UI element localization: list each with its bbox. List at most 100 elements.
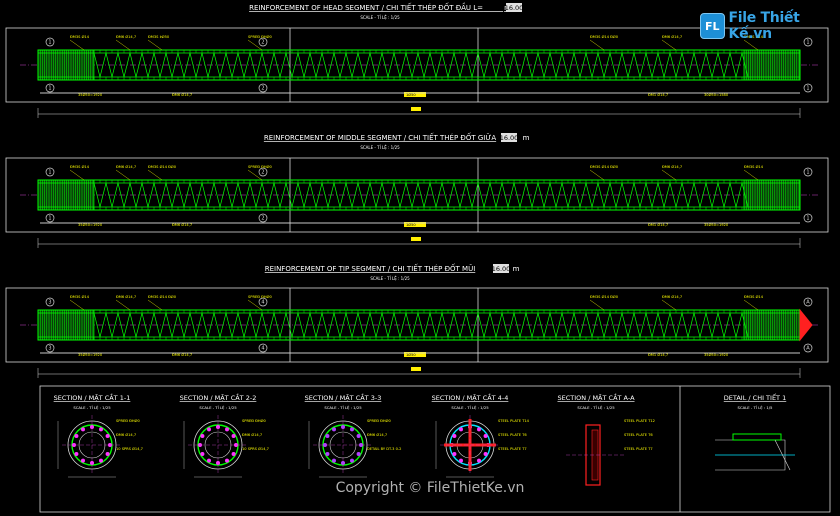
section-scale: SCALE - TỈ LỆ : 1/25 xyxy=(324,405,362,410)
section-title: SECTION / MẶT CẮT 2-2 xyxy=(180,392,257,402)
section-marker-label: A xyxy=(806,300,810,306)
longitudinal-bar-dot xyxy=(200,452,205,456)
longitudinal-bar-dot xyxy=(325,434,330,438)
section-marker-label: 4 xyxy=(261,300,264,306)
rebar-label: ĐM3S Ø14 ĐØ0 xyxy=(590,34,619,39)
dimension-label: 35Ø50=1920 xyxy=(78,92,103,97)
longitudinal-bar-dot xyxy=(231,434,236,438)
longitudinal-bar-dot xyxy=(207,427,211,432)
section-scale: SCALE - TỈ LỆ : 1/5 xyxy=(738,405,774,410)
background xyxy=(0,0,840,516)
longitudinal-bar-dot xyxy=(99,427,103,432)
watermark-logo: FL File Thiết Kế.vn xyxy=(700,10,840,42)
section-note: SPREĐ ĐHØ0 xyxy=(116,418,140,423)
section-note: STEEL PLATE T6 xyxy=(624,433,653,437)
segment-scale: SCALE - TỈ LỆ : 1/25 xyxy=(370,276,410,281)
section-note: SPREĐ ĐHØ0 xyxy=(242,418,266,423)
drawing-canvas: REINFORCEMENT OF HEAD SEGMENT / CHI TIẾT… xyxy=(0,0,840,516)
longitudinal-bar-dot xyxy=(81,427,85,432)
title-unit: m xyxy=(523,134,530,142)
logo-icon: FL xyxy=(700,13,725,39)
rebar-label: ĐM3S Ø14 xyxy=(70,294,90,299)
dense-zone xyxy=(37,49,95,81)
longitudinal-bar-dot xyxy=(105,434,110,438)
rebar-label: ĐM6 Ø14,7 xyxy=(116,294,136,299)
longitudinal-bar-dot xyxy=(332,458,336,463)
dense-zone xyxy=(743,309,801,341)
title-unit: m xyxy=(513,265,520,273)
section-title: SECTION / MẶT CẮT A-A xyxy=(557,392,635,402)
longitudinal-bar-dot xyxy=(459,427,463,432)
longitudinal-bar-dot xyxy=(74,434,79,438)
section-note: STEEL PLATE T6 xyxy=(498,433,527,437)
section-note: STEEL PLATE T14 xyxy=(498,419,530,423)
section-note: STEEL PLATE T7 xyxy=(498,447,527,451)
rebar-label: ĐM3S Ø14 ĐØ0 xyxy=(148,164,177,169)
longitudinal-bar-dot xyxy=(332,427,336,432)
longitudinal-bar-dot xyxy=(452,452,457,456)
longitudinal-bar-dot xyxy=(105,452,110,456)
dimension-label: 1Ø50 xyxy=(406,222,416,227)
dimension-label: ĐM1 Ø14,7 xyxy=(648,352,668,357)
section-marker-label: 2 xyxy=(261,40,264,46)
section-scale: SCALE - TỈ LỆ : 1/25 xyxy=(73,405,111,410)
longitudinal-bar-dot xyxy=(483,452,488,456)
longitudinal-bar-dot xyxy=(225,427,229,432)
dimension-label: 30Ø50=1580 xyxy=(704,92,729,97)
section-marker-label: 1 xyxy=(48,86,51,92)
rebar-label: ĐM6 Ø14,7 xyxy=(662,34,682,39)
title-value: 16.00 xyxy=(492,265,511,273)
section-marker-label: 2 xyxy=(261,86,264,92)
section-marker-label: 3 xyxy=(48,346,51,352)
segment-title: REINFORCEMENT OF MIDDLE SEGMENT / CHI TI… xyxy=(264,132,496,142)
section-marker-label: 2 xyxy=(261,170,264,176)
dimension-label: ĐM6 Ø14,7 xyxy=(172,222,192,227)
section-note: SPREĐ ĐHØ0 xyxy=(367,418,391,423)
dimension-label: ĐM6 Ø14,7 xyxy=(172,352,192,357)
longitudinal-bar-dot xyxy=(356,434,361,438)
dimension-label: 35Ø50=1920 xyxy=(704,222,729,227)
longitudinal-bar-dot xyxy=(325,452,330,456)
rebar-label: SPREĐ ĐHØ0 xyxy=(248,294,272,299)
section-title: SECTION / MẶT CẮT 3-3 xyxy=(305,392,382,402)
longitudinal-bar-dot xyxy=(74,452,79,456)
rebar-label: ĐM3S Ø14 ĐØ0 xyxy=(590,164,619,169)
section-marker-label: 1 xyxy=(48,40,51,46)
section-marker-label: 1 xyxy=(48,216,51,222)
title-value: 16.00 xyxy=(500,134,519,142)
section-marker-label: 4 xyxy=(261,346,264,352)
copyright-watermark: Copyright © FileThietKe.vn xyxy=(335,480,525,496)
dimension-label: 35Ø50=1920 xyxy=(78,222,103,227)
section-title: SECTION / MẶT CẮT 1-1 xyxy=(54,392,131,402)
dimension-label: 1Ø50 xyxy=(406,352,416,357)
segment-scale: SCALE - TỈ LỆ : 1/25 xyxy=(360,15,400,20)
dimension-label: 35Ø50=1920 xyxy=(704,352,729,357)
longitudinal-bar-dot xyxy=(356,452,361,456)
dense-zone xyxy=(37,309,95,341)
section-note: STEEL PLATE T12 xyxy=(624,419,655,423)
longitudinal-bar-dot xyxy=(477,458,481,463)
section-note: ĐM6 Ø14,7 xyxy=(367,432,387,437)
dense-zone xyxy=(743,179,801,211)
section-scale: SCALE - TỈ LỆ : 1/25 xyxy=(451,405,489,410)
longitudinal-bar-dot xyxy=(477,427,481,432)
watermark-text: File Thiết Kế.vn xyxy=(728,10,800,42)
rebar-label: SPREĐ ĐHØ0 xyxy=(248,34,272,39)
dimension-label: 35Ø50=1920 xyxy=(78,352,103,357)
rebar-label: ĐM6 Ø14,7 xyxy=(116,164,136,169)
dimension-label: ĐM1 Ø14,7 xyxy=(648,222,668,227)
longitudinal-bar-dot xyxy=(81,458,85,463)
section-marker-label: 3 xyxy=(48,300,51,306)
overall-dimension-label xyxy=(411,237,421,241)
section-marker-label: 1 xyxy=(48,170,51,176)
rebar-label: ĐM3S Ø14 xyxy=(744,164,764,169)
section-marker-label: 1 xyxy=(806,170,809,176)
longitudinal-bar-dot xyxy=(350,458,354,463)
section-marker-label: 1 xyxy=(806,216,809,222)
section-title: DETAIL / CHI TIẾT 1 xyxy=(724,392,786,402)
overall-dimension-label xyxy=(411,107,421,111)
rebar-label: ĐM3S ÞØ50 xyxy=(148,34,170,39)
rebar-label: ĐM3S Ø14 xyxy=(70,164,90,169)
section-scale: SCALE - TỈ LỆ : 1/25 xyxy=(577,405,615,410)
dimension-label: 1Ø50 xyxy=(406,92,416,97)
